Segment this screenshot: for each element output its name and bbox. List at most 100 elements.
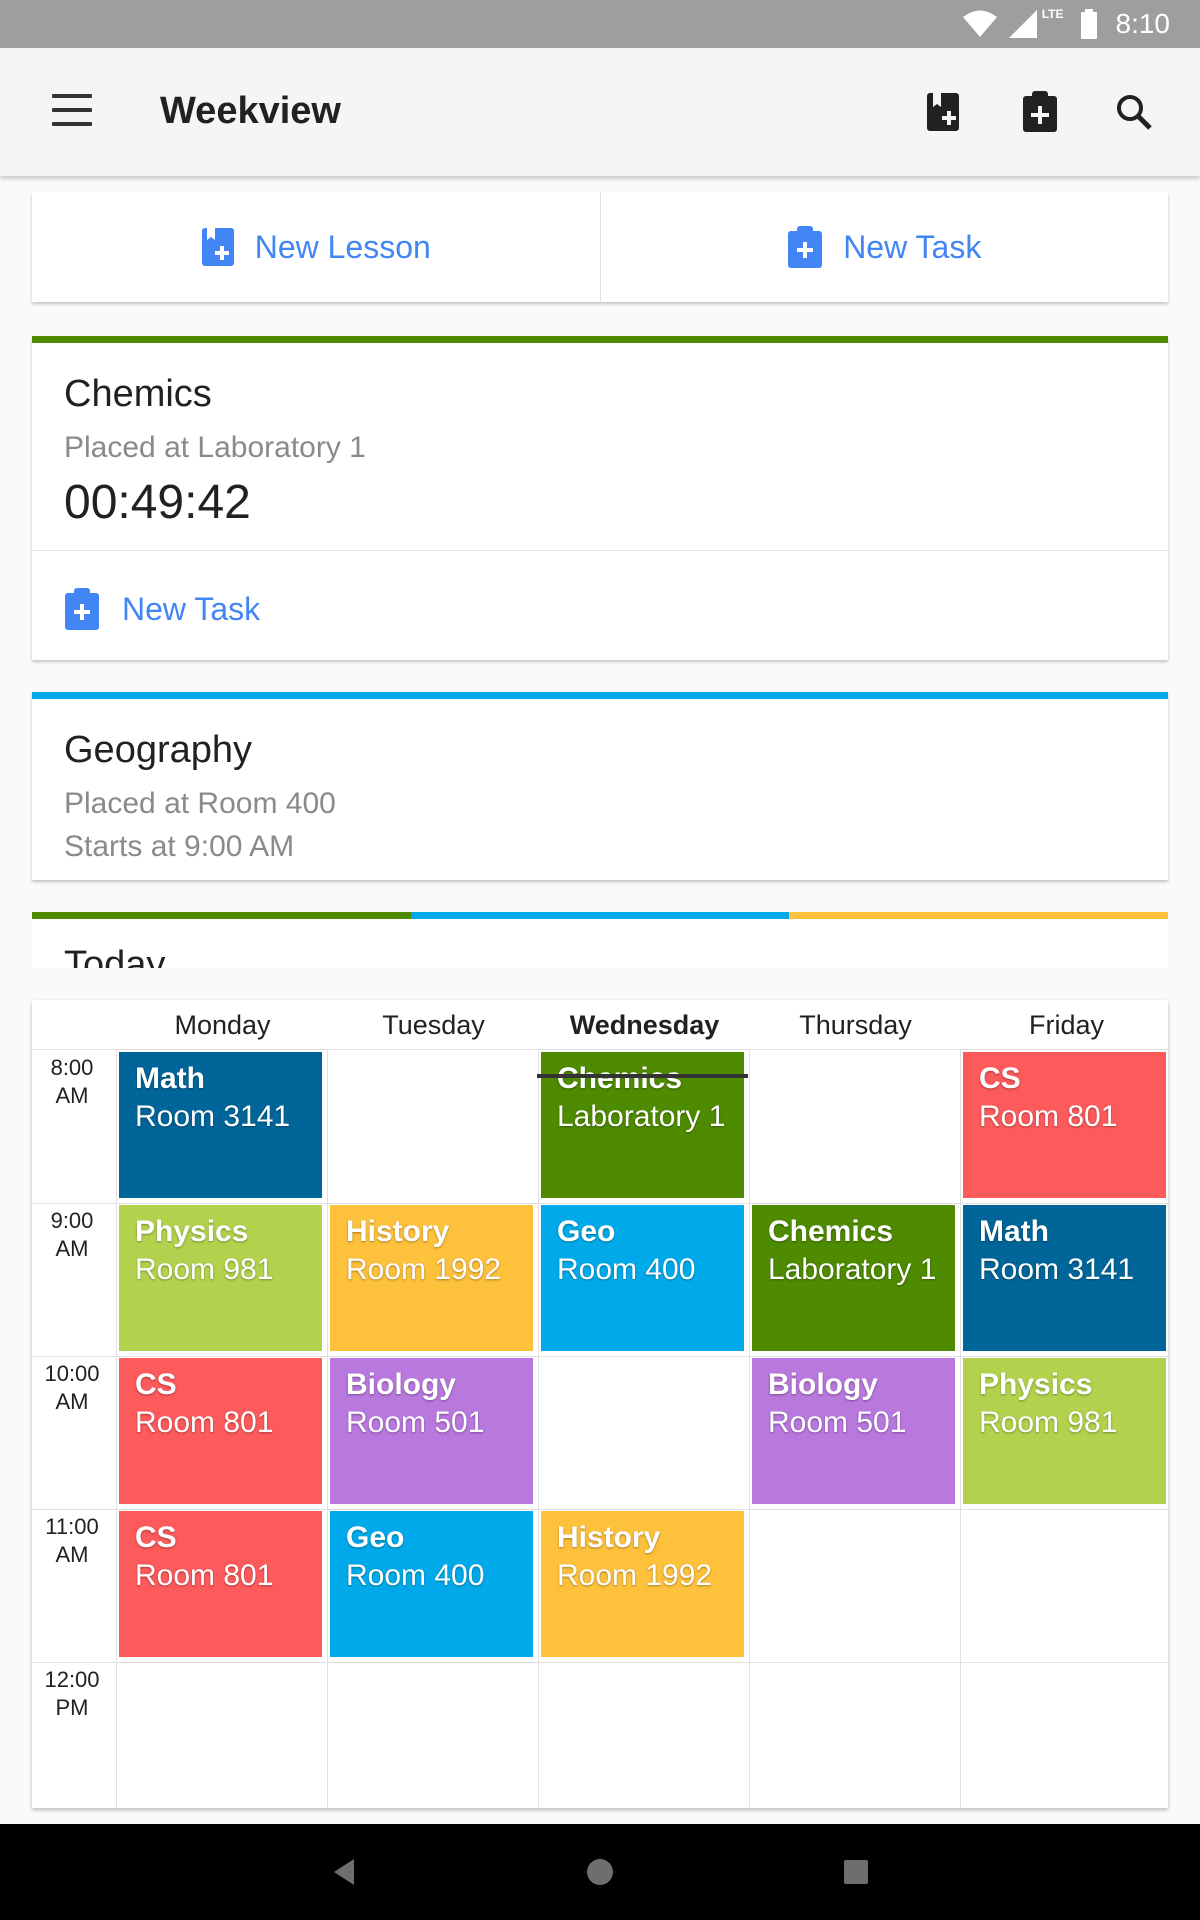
lesson-block[interactable]: History Room 1992 [330, 1205, 533, 1351]
lesson-room: Room 801 [979, 1100, 1118, 1133]
lesson-room: Room 400 [557, 1253, 696, 1286]
grid-column-line [538, 1050, 539, 1808]
time-label: 11:00 AM [45, 1514, 99, 1567]
new-task-label: New Task [843, 228, 982, 265]
quick-actions-card: New Lesson New Task [32, 192, 1168, 302]
new-task-button[interactable]: New Task [599, 192, 1169, 302]
lesson-name: CS [135, 1521, 177, 1554]
lesson-block[interactable]: Biology Room 501 [330, 1358, 533, 1504]
back-icon[interactable] [316, 1844, 372, 1900]
lesson-block[interactable]: History Room 1992 [541, 1511, 744, 1657]
grid-row-line [32, 1203, 1168, 1204]
recents-icon[interactable] [828, 1844, 884, 1900]
time-label: 9:00 AM [50, 1208, 94, 1261]
new-lesson-label: New Lesson [254, 228, 431, 265]
lesson-name: Chemics [768, 1215, 894, 1248]
grid-row-line [32, 1356, 1168, 1357]
time-label: 8:00 AM [50, 1055, 94, 1108]
page-title: Weekview [160, 90, 341, 132]
lesson-block[interactable]: CS Room 801 [963, 1052, 1166, 1198]
current-time-indicator [537, 1074, 748, 1078]
lesson-block[interactable]: Geo Room 400 [541, 1205, 744, 1351]
week-grid: Monday Tuesday Wednesday Thursday Friday… [32, 1000, 1168, 1808]
lesson-name: Math [979, 1215, 1049, 1248]
status-time: 8:10 [1115, 8, 1171, 39]
current-lesson-card[interactable]: Chemics Placed at Laboratory 1 00:49:42 … [32, 336, 1168, 660]
grid-column-line [116, 1050, 117, 1808]
lesson-room: Laboratory 1 [768, 1253, 937, 1286]
add-task-icon [788, 226, 823, 268]
day-thursday: Thursday [799, 1010, 912, 1040]
status-icons: LTE 8:10 [962, 0, 1170, 48]
time-label: 10:00 AM [44, 1361, 100, 1414]
lesson-room: Room 981 [979, 1406, 1118, 1439]
network-type: LTE [1041, 7, 1064, 21]
day-wednesday: Wednesday [569, 1010, 720, 1040]
time-label: 12:00 PM [44, 1667, 100, 1720]
new-lesson-button[interactable]: New Lesson [32, 192, 600, 302]
next-lesson-location: Placed at Room 400 [64, 787, 336, 820]
lesson-block[interactable]: Chemics Laboratory 1 [752, 1205, 955, 1351]
lesson-block[interactable]: Math Room 3141 [119, 1052, 322, 1198]
lesson-room: Room 981 [135, 1253, 274, 1286]
today-title: Today [64, 944, 166, 968]
grid-row-line [32, 1662, 1168, 1663]
lesson-room: Room 1992 [346, 1253, 502, 1286]
lesson-room: Room 3141 [135, 1100, 291, 1133]
lesson-block[interactable]: CS Room 801 [119, 1511, 322, 1657]
lesson-block[interactable]: Biology Room 501 [752, 1358, 955, 1504]
next-lesson-card[interactable]: Geography Placed at Room 400 Starts at 9… [32, 692, 1168, 880]
lesson-name: Biology [346, 1368, 456, 1401]
lesson-name: Biology [768, 1368, 878, 1401]
lesson-block[interactable]: Physics Room 981 [119, 1205, 322, 1351]
lesson-room: Room 801 [135, 1406, 274, 1439]
lesson-room: Room 400 [346, 1559, 485, 1592]
day-monday: Monday [174, 1010, 271, 1040]
add-task-icon[interactable] [1016, 88, 1064, 136]
signal-icon [1008, 10, 1037, 38]
app-bar: Weekview [0, 48, 1200, 176]
day-tuesday: Tuesday [382, 1010, 485, 1040]
lesson-room: Room 501 [346, 1406, 485, 1439]
home-icon[interactable] [572, 1844, 628, 1900]
lesson-name: Geo [557, 1215, 616, 1248]
next-lesson-title: Geography [64, 729, 253, 771]
lesson-name: CS [135, 1368, 177, 1401]
lesson-block[interactable]: Physics Room 981 [963, 1358, 1166, 1504]
search-icon[interactable] [1110, 88, 1158, 136]
grid-column-line [960, 1050, 961, 1808]
grid-column-line [749, 1050, 750, 1808]
new-task-button[interactable]: New Task [64, 587, 260, 631]
lesson-block[interactable]: Math Room 3141 [963, 1205, 1166, 1351]
lesson-room: Room 1992 [557, 1559, 713, 1592]
lesson-name: Physics [135, 1215, 249, 1248]
divider [32, 550, 1168, 551]
current-lesson-location: Placed at Laboratory 1 [64, 431, 366, 464]
lesson-block[interactable]: Geo Room 400 [330, 1511, 533, 1657]
current-lesson-title: Chemics [64, 373, 212, 415]
new-task-label: New Task [122, 590, 261, 627]
day-friday: Friday [1028, 1010, 1104, 1040]
lesson-name: CS [979, 1062, 1021, 1095]
lesson-room: Room 3141 [979, 1253, 1135, 1286]
menu-icon[interactable] [52, 94, 92, 128]
today-color-bars [32, 912, 1168, 919]
lesson-room: Laboratory 1 [557, 1100, 726, 1133]
status-bar: LTE 8:10 [0, 0, 1200, 48]
lesson-block[interactable]: CS Room 801 [119, 1358, 322, 1504]
lesson-name: Geo [346, 1521, 405, 1554]
grid-column-line [327, 1050, 328, 1808]
battery-icon [1080, 9, 1097, 39]
today-card[interactable]: Today [32, 912, 1168, 968]
add-task-icon [65, 588, 99, 630]
week-header: Monday Tuesday Wednesday Thursday Friday [32, 1000, 1168, 1050]
lesson-name: Math [135, 1062, 205, 1095]
lesson-name: History [557, 1521, 661, 1554]
lesson-name: Physics [979, 1368, 1093, 1401]
lesson-name: History [346, 1215, 450, 1248]
add-lesson-icon[interactable] [920, 88, 968, 136]
lesson-room: Room 501 [768, 1406, 907, 1439]
lesson-name: Chemics [557, 1062, 683, 1095]
lesson-room: Room 801 [135, 1559, 274, 1592]
grid-row-line [32, 1509, 1168, 1510]
